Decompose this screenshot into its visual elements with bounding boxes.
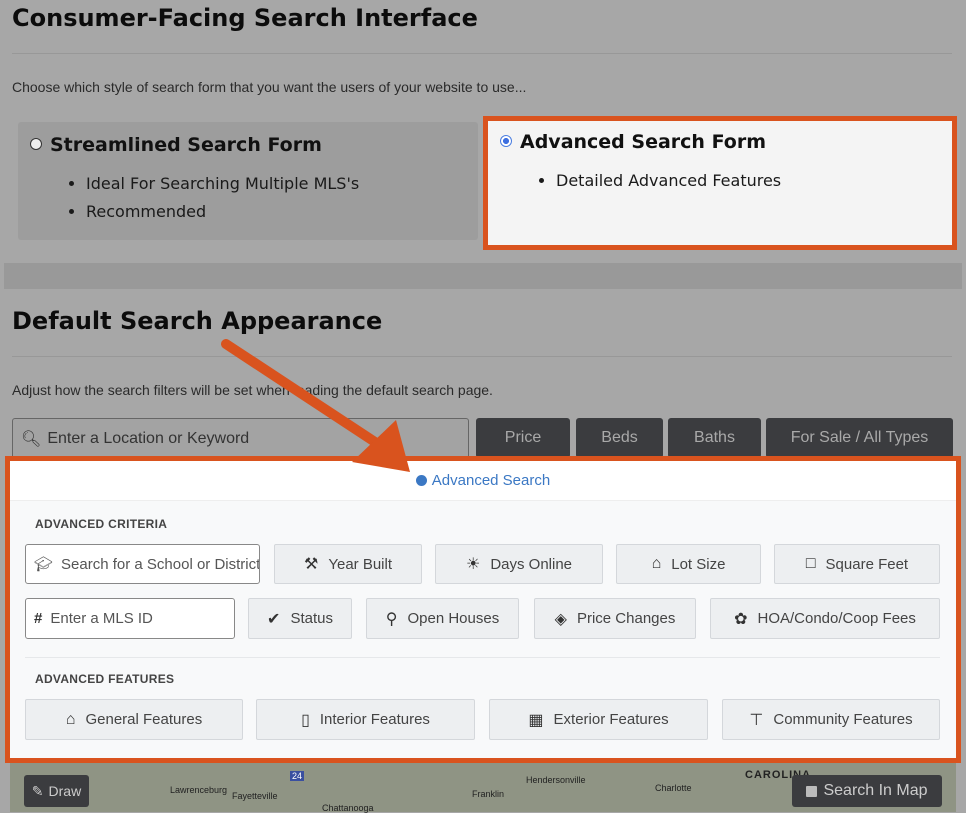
arrow-shaft <box>221 339 383 449</box>
annotation-arrow <box>221 339 410 472</box>
